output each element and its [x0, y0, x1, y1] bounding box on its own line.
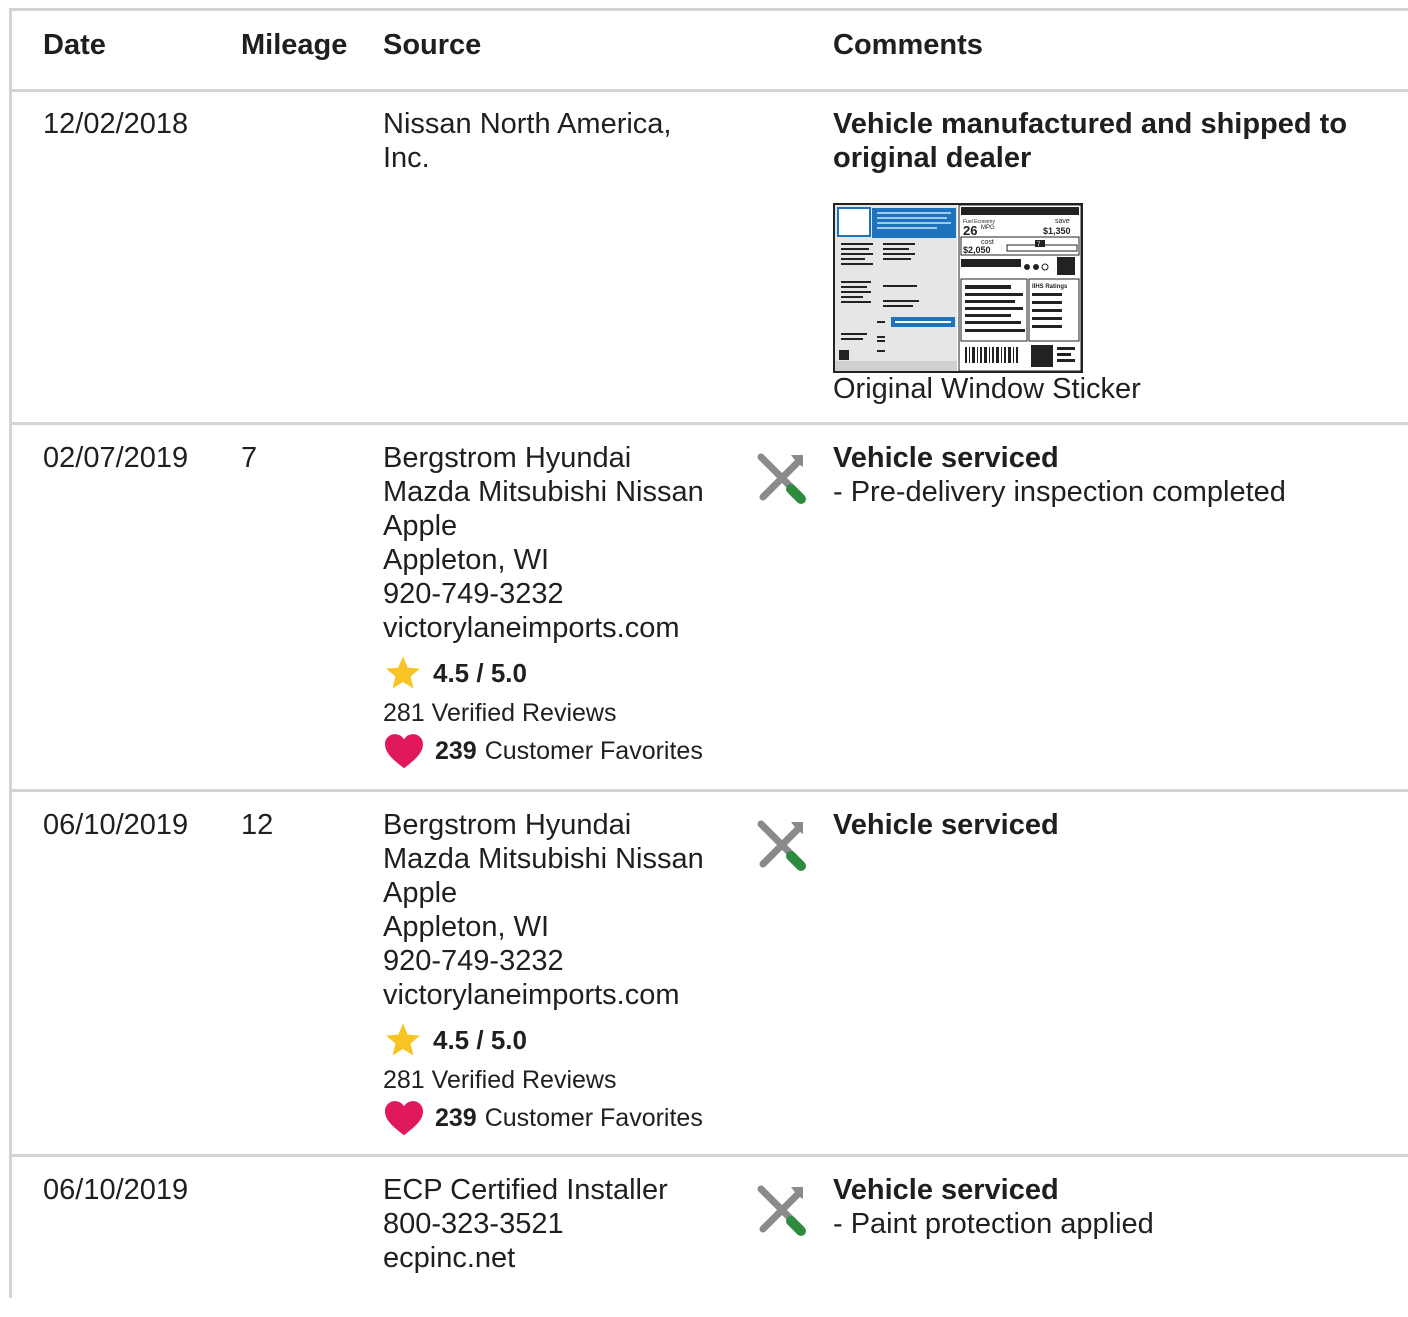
header-source: Source — [383, 29, 482, 61]
favorites-count: 239 — [435, 737, 477, 765]
source-line: Inc. — [383, 142, 430, 174]
source-phone[interactable]: 920-749-3232 — [383, 577, 743, 611]
comment-title-line: Vehicle serviced — [833, 442, 1059, 474]
source-line: Apple — [383, 510, 458, 542]
table-row: 06/10/2019 ECP Certified Installer 800-3… — [12, 1157, 1408, 1317]
comment-detail: - Pre-delivery inspection completed — [833, 476, 1286, 508]
source-line: Bergstrom Hyundai — [383, 809, 632, 841]
source-line: Apple — [383, 877, 458, 909]
table-row: 02/07/2019 7 Bergstrom Hyundai Mazda Mit… — [12, 425, 1408, 792]
svg-text:26: 26 — [963, 223, 977, 238]
window-sticker-image: Fuel Economy 26 MPG save $1,350 cost $2,… — [835, 204, 1082, 372]
service-icon-cell — [753, 449, 809, 513]
star-icon — [386, 656, 420, 689]
row-mileage: 12 — [241, 809, 274, 841]
tools-icon — [757, 820, 806, 871]
row-comment: Vehicle serviced - Paint protection appl… — [833, 1173, 1393, 1241]
row-date: 02/07/2019 — [43, 442, 189, 474]
svg-text:$2,050: $2,050 — [963, 245, 991, 255]
star-icon — [386, 1023, 420, 1056]
source-line: Nissan North America, — [383, 108, 672, 140]
rating-value: 4.5 / 5.0 — [433, 658, 527, 688]
source-website-link[interactable]: victorylaneimports.com — [383, 611, 743, 645]
source-line: Appleton, WI — [383, 544, 550, 576]
heart-icon — [385, 734, 423, 769]
comment-detail: - Paint protection applied — [833, 1208, 1154, 1240]
row-source: Bergstrom Hyundai Mazda Mitsubishi Nissa… — [383, 808, 743, 1138]
tools-icon — [757, 453, 806, 504]
favorites-label: Customer Favorites — [484, 737, 703, 765]
header-date: Date — [43, 29, 106, 61]
table-row: 06/10/2019 12 Bergstrom Hyundai Mazda Mi… — [12, 792, 1408, 1157]
source-website-link[interactable]: ecpinc.net — [383, 1241, 743, 1275]
heart-icon — [385, 1101, 423, 1136]
row-comment: Vehicle serviced — [833, 808, 1393, 842]
source-line: Mazda Mitsubishi Nissan — [383, 843, 704, 875]
source-line: ECP Certified Installer — [383, 1174, 668, 1206]
row-comment-title: Vehicle manufactured and shipped to orig… — [833, 107, 1393, 175]
dealer-rating: 4.5 / 5.0 — [383, 653, 743, 693]
source-line: Mazda Mitsubishi Nissan — [383, 476, 704, 508]
row-date: 06/10/2019 — [43, 1174, 189, 1206]
source-website-link[interactable]: victorylaneimports.com — [383, 978, 743, 1012]
window-sticker-caption[interactable]: Original Window Sticker — [833, 373, 1141, 406]
row-source: Bergstrom Hyundai Mazda Mitsubishi Nissa… — [383, 441, 743, 771]
row-date: 12/02/2018 — [43, 108, 189, 140]
verified-reviews-link[interactable]: 281 Verified Reviews — [383, 1062, 743, 1098]
row-date: 06/10/2019 — [43, 809, 189, 841]
source-phone[interactable]: 800-323-3521 — [383, 1207, 743, 1241]
comment-title-line: Vehicle serviced — [833, 809, 1059, 841]
row-source: Nissan North America, Inc. — [383, 107, 743, 175]
svg-text:IIHS Ratings: IIHS Ratings — [1032, 284, 1068, 290]
dealer-rating: 4.5 / 5.0 — [383, 1020, 743, 1060]
source-line: Bergstrom Hyundai — [383, 442, 632, 474]
service-icon-cell — [753, 1181, 809, 1245]
customer-favorites: 239 Customer Favorites — [383, 1098, 743, 1138]
row-source: ECP Certified Installer 800-323-3521 ecp… — [383, 1173, 743, 1275]
table-header: Date Mileage Source Comments — [12, 11, 1408, 92]
service-icon-cell — [753, 816, 809, 880]
rating-value: 4.5 / 5.0 — [433, 1025, 527, 1055]
history-table: Date Mileage Source Comments 12/02/2018 … — [9, 8, 1408, 1298]
favorites-count: 239 — [435, 1104, 477, 1132]
header-mileage: Mileage — [241, 29, 348, 61]
comment-title-line: Vehicle manufactured and shipped to — [833, 108, 1348, 140]
table-row: 12/02/2018 Nissan North America, Inc. Ve… — [12, 89, 1408, 425]
svg-text:MPG: MPG — [981, 225, 995, 231]
tools-icon — [757, 1185, 806, 1236]
comment-title-line: original dealer — [833, 142, 1032, 174]
svg-text:save: save — [1055, 218, 1070, 225]
customer-favorites: 239 Customer Favorites — [383, 731, 743, 771]
row-mileage: 7 — [241, 442, 258, 474]
window-sticker-thumbnail[interactable]: Fuel Economy 26 MPG save $1,350 cost $2,… — [833, 203, 1083, 373]
header-comments: Comments — [833, 29, 983, 61]
verified-reviews-link[interactable]: 281 Verified Reviews — [383, 695, 743, 731]
source-phone[interactable]: 920-749-3232 — [383, 944, 743, 978]
source-line: Appleton, WI — [383, 911, 550, 943]
comment-title-line: Vehicle serviced — [833, 1174, 1059, 1206]
favorites-label: Customer Favorites — [484, 1104, 703, 1132]
row-comment: Vehicle serviced - Pre-delivery inspecti… — [833, 441, 1393, 509]
svg-text:$1,350: $1,350 — [1043, 226, 1071, 236]
